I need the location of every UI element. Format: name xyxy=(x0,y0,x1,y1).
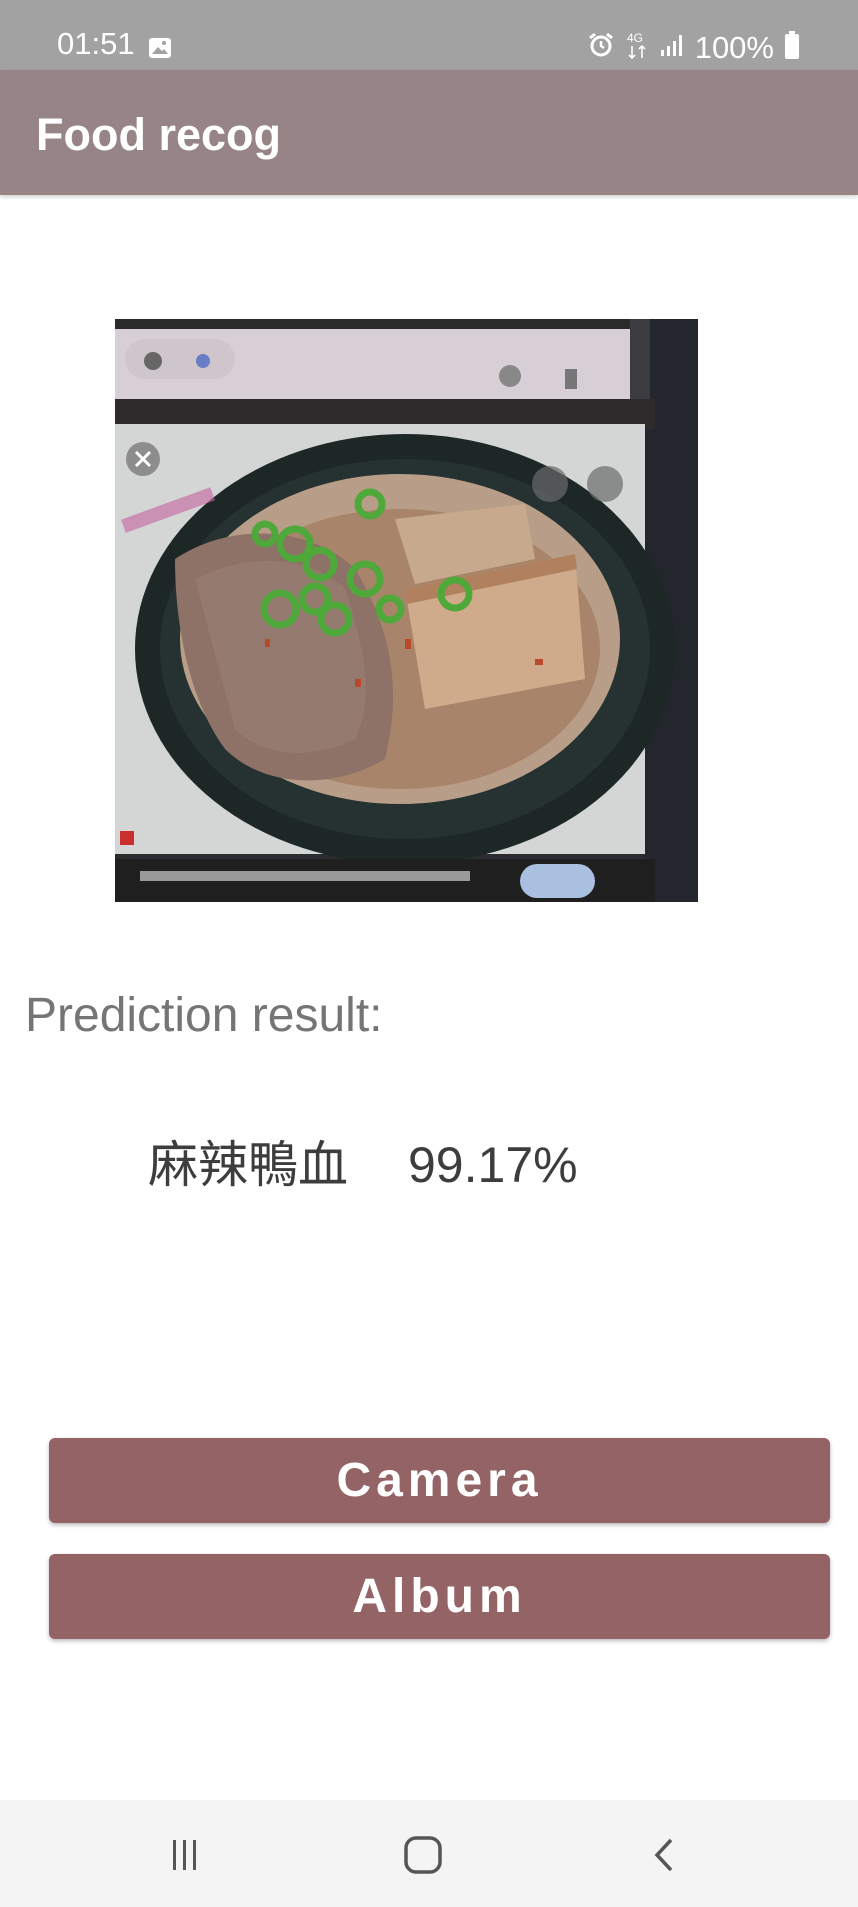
network-4g-icon: 4G xyxy=(625,30,649,65)
back-icon[interactable] xyxy=(640,1830,690,1880)
recents-icon[interactable] xyxy=(160,1830,210,1880)
battery-text: 100% xyxy=(694,29,774,65)
svg-text:4G: 4G xyxy=(627,31,643,45)
status-time: 01:51 xyxy=(57,26,135,61)
home-icon[interactable] xyxy=(398,1830,448,1880)
battery-icon xyxy=(784,30,800,65)
camera-button[interactable]: Camera xyxy=(49,1438,830,1523)
app-title: Food recog xyxy=(36,109,281,160)
prediction-label: Prediction result: xyxy=(25,989,383,1042)
album-button[interactable]: Album xyxy=(49,1554,830,1639)
app-bar: Food recog xyxy=(0,70,858,195)
prediction-confidence: 99.17% xyxy=(408,1137,578,1193)
navigation-bar xyxy=(0,1800,858,1907)
status-bar: 01:51 4G 100% xyxy=(0,0,858,70)
alarm-icon xyxy=(587,31,615,64)
food-photo xyxy=(115,319,698,902)
prediction-food-name: 麻辣鴨血 xyxy=(148,1137,348,1193)
status-indicators: 4G 100% xyxy=(587,28,800,66)
signal-icon xyxy=(659,32,685,63)
gallery-icon xyxy=(148,37,171,59)
